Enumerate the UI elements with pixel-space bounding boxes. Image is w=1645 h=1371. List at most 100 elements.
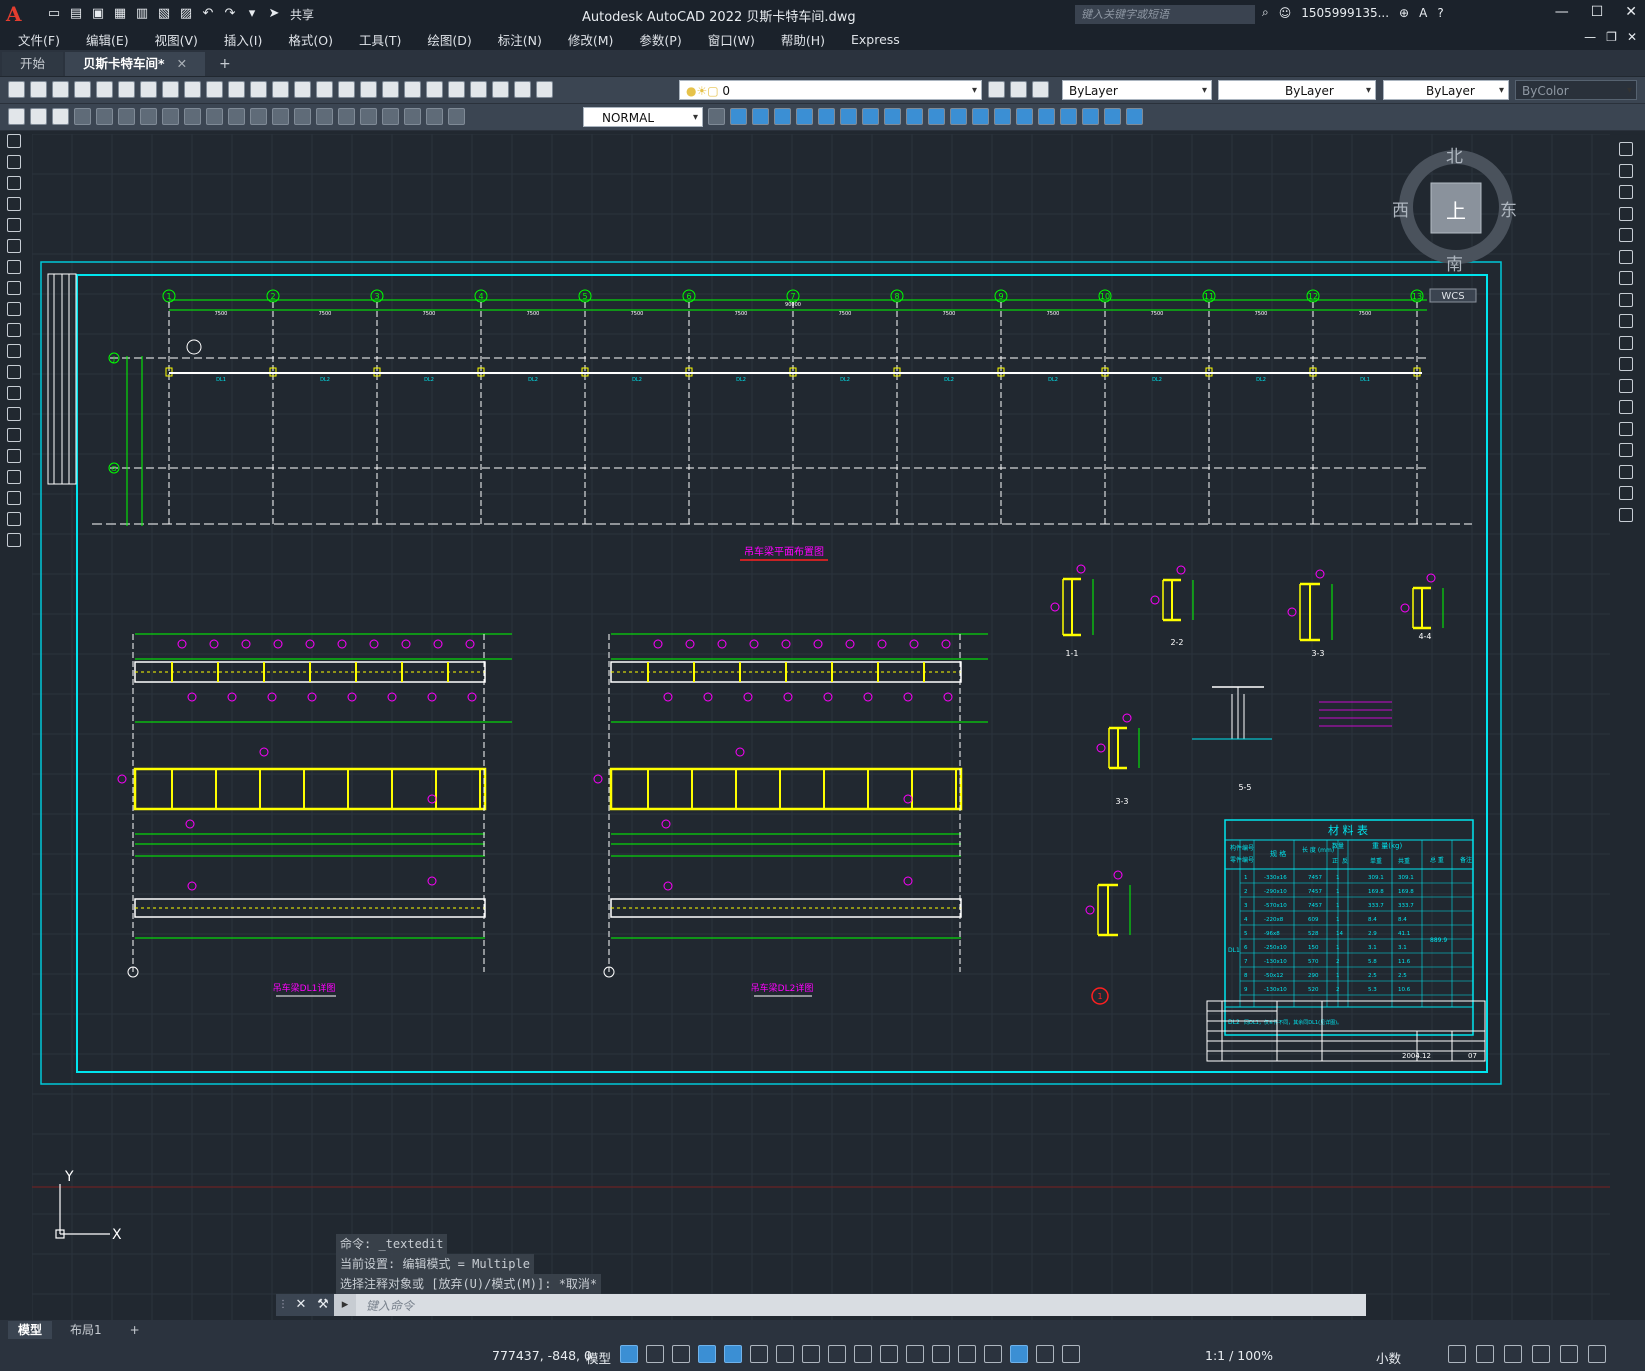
layer-props-icon[interactable]	[988, 81, 1005, 98]
share-icon[interactable]: ➤	[266, 6, 282, 22]
selection-filter-icon[interactable]	[958, 1345, 976, 1363]
dim-continue-icon[interactable]	[294, 108, 311, 125]
menu-window[interactable]: 窗口(W)	[708, 30, 755, 49]
viewcube-south[interactable]: 南	[1446, 250, 1463, 275]
customization-menu-icon[interactable]	[1588, 1345, 1606, 1363]
save-as-icon[interactable]: ▦	[112, 6, 128, 22]
menu-help[interactable]: 帮助(H)	[781, 30, 825, 49]
erase-icon[interactable]	[1619, 142, 1633, 156]
maximize-button[interactable]: ☐	[1591, 4, 1604, 20]
customize-wrench-icon[interactable]: ⚒	[312, 1294, 334, 1316]
menu-edit[interactable]: 编辑(E)	[86, 30, 129, 49]
rotate-right-icon[interactable]	[1619, 271, 1633, 285]
design-center-icon[interactable]	[426, 81, 443, 98]
dim-linear-icon[interactable]	[74, 108, 91, 125]
user-name[interactable]: 1505999135...	[1301, 6, 1389, 20]
layer-state-icon[interactable]	[1032, 81, 1049, 98]
scale-right-icon[interactable]	[1619, 292, 1633, 307]
dim-jogged-icon[interactable]	[184, 108, 201, 125]
copy-icon[interactable]	[184, 81, 201, 98]
offset-icon[interactable]	[774, 108, 791, 125]
osnap-tracking-icon[interactable]	[776, 1345, 794, 1363]
spline-icon[interactable]	[7, 302, 21, 316]
ellipse-icon[interactable]	[7, 323, 21, 337]
doc-minimize-icon[interactable]: —	[1584, 30, 1596, 44]
plotstyle-dropdown[interactable]: ByColor ▾	[1515, 80, 1637, 100]
color-dropdown[interactable]: ByLayer ▾	[1062, 80, 1212, 100]
autocad-logo-icon[interactable]: A	[6, 3, 28, 25]
jogged-linear-icon[interactable]	[426, 108, 443, 125]
stretch-right-icon[interactable]	[1619, 314, 1633, 328]
close-button[interactable]: ✕	[1625, 4, 1637, 20]
extend-icon[interactable]	[928, 108, 945, 125]
lineweight-icon[interactable]	[828, 1345, 846, 1363]
preview-icon[interactable]	[96, 81, 113, 98]
region-icon[interactable]	[7, 470, 21, 484]
sheet-set-icon[interactable]	[470, 81, 487, 98]
autodesk-app-icon[interactable]: A	[1419, 6, 1427, 20]
layer-previous-icon[interactable]	[1010, 81, 1027, 98]
save-tool-icon[interactable]	[52, 81, 69, 98]
new-tab-button[interactable]: +	[219, 52, 231, 76]
gradient-icon[interactable]	[7, 449, 21, 463]
move-icon[interactable]	[818, 108, 835, 125]
new-file-icon[interactable]: ▭	[46, 6, 62, 22]
copy-obj-icon[interactable]	[730, 108, 747, 125]
break-icon[interactable]	[950, 108, 967, 125]
3d-osnap-icon[interactable]	[906, 1345, 924, 1363]
user-icon[interactable]: ☺	[1279, 6, 1292, 20]
lineweight-dropdown[interactable]: ByLayer ▾	[1383, 80, 1509, 100]
dim-break-icon[interactable]	[338, 108, 355, 125]
drawing-canvas[interactable]: 1 2 3 4 5 6 7 8 9 10 11 12 13 7500 7500 7500 7500 7500 750…	[32, 134, 1610, 1320]
line-icon[interactable]	[7, 134, 21, 148]
recent-commands-icon[interactable]: ▸	[334, 1294, 356, 1316]
circle-icon[interactable]	[7, 260, 21, 274]
isolate-icon[interactable]	[1504, 1345, 1522, 1363]
layer-dropdown[interactable]: ●☀▢ 0 ▾	[679, 80, 982, 100]
layer-match-icon[interactable]	[30, 108, 47, 125]
hardware-accel-icon[interactable]	[1532, 1345, 1550, 1363]
doc-restore-icon[interactable]: ❐	[1606, 30, 1617, 44]
annotation-monitor-icon[interactable]	[1476, 1345, 1494, 1363]
dim-update-icon[interactable]	[708, 108, 725, 125]
cart-icon[interactable]: ⊕	[1399, 6, 1409, 20]
open-file-icon[interactable]: ▤	[68, 6, 84, 22]
menu-parametric[interactable]: 参数(P)	[639, 30, 681, 49]
dim-arc-icon[interactable]	[118, 108, 135, 125]
tab-start[interactable]: 开始	[2, 52, 64, 76]
units-dropdown[interactable]: 小数	[1376, 1348, 1401, 1367]
point-icon[interactable]	[7, 407, 21, 421]
polar-icon[interactable]	[750, 1345, 768, 1363]
selection-cycling-icon[interactable]	[880, 1345, 898, 1363]
pan-icon[interactable]	[316, 81, 333, 98]
tab-layout1[interactable]: 布局1	[60, 1321, 112, 1339]
viewcube-east[interactable]: 东	[1500, 196, 1517, 221]
move-right-icon[interactable]	[1619, 249, 1633, 264]
dim-space-icon[interactable]	[316, 108, 333, 125]
clean-screen-icon[interactable]	[1560, 1345, 1578, 1363]
help-icon[interactable]: ?	[1437, 6, 1443, 20]
3dprint-icon[interactable]	[140, 81, 157, 98]
copy-right-icon[interactable]	[1619, 163, 1633, 178]
workspace-switch-icon[interactable]	[1448, 1345, 1466, 1363]
tolerance-icon[interactable]	[360, 108, 377, 125]
annotation-scale-icon[interactable]	[1062, 1345, 1080, 1363]
block-editor-icon[interactable]	[250, 81, 267, 98]
extend-right-icon[interactable]	[1619, 357, 1633, 371]
add-selected-icon[interactable]	[7, 533, 21, 547]
break-right-icon[interactable]	[1619, 400, 1633, 414]
dim-diameter-icon[interactable]	[206, 108, 223, 125]
menu-format[interactable]: 格式(O)	[288, 30, 333, 49]
open-icon[interactable]	[30, 81, 47, 98]
tool-palettes-icon[interactable]	[448, 81, 465, 98]
calc-icon[interactable]	[514, 81, 531, 98]
explode-right-icon[interactable]	[1619, 507, 1633, 522]
minimize-button[interactable]: —	[1555, 4, 1569, 20]
polygon-icon[interactable]	[7, 197, 21, 211]
gizmo-icon[interactable]	[984, 1345, 1002, 1363]
coordinate-readout[interactable]: 777437, -848, 0	[492, 1348, 592, 1363]
zoom-window-icon[interactable]	[360, 81, 377, 98]
inspect-icon[interactable]	[404, 108, 421, 125]
menu-modify[interactable]: 修改(M)	[568, 30, 614, 49]
close-command-icon[interactable]: ✕	[290, 1294, 312, 1316]
